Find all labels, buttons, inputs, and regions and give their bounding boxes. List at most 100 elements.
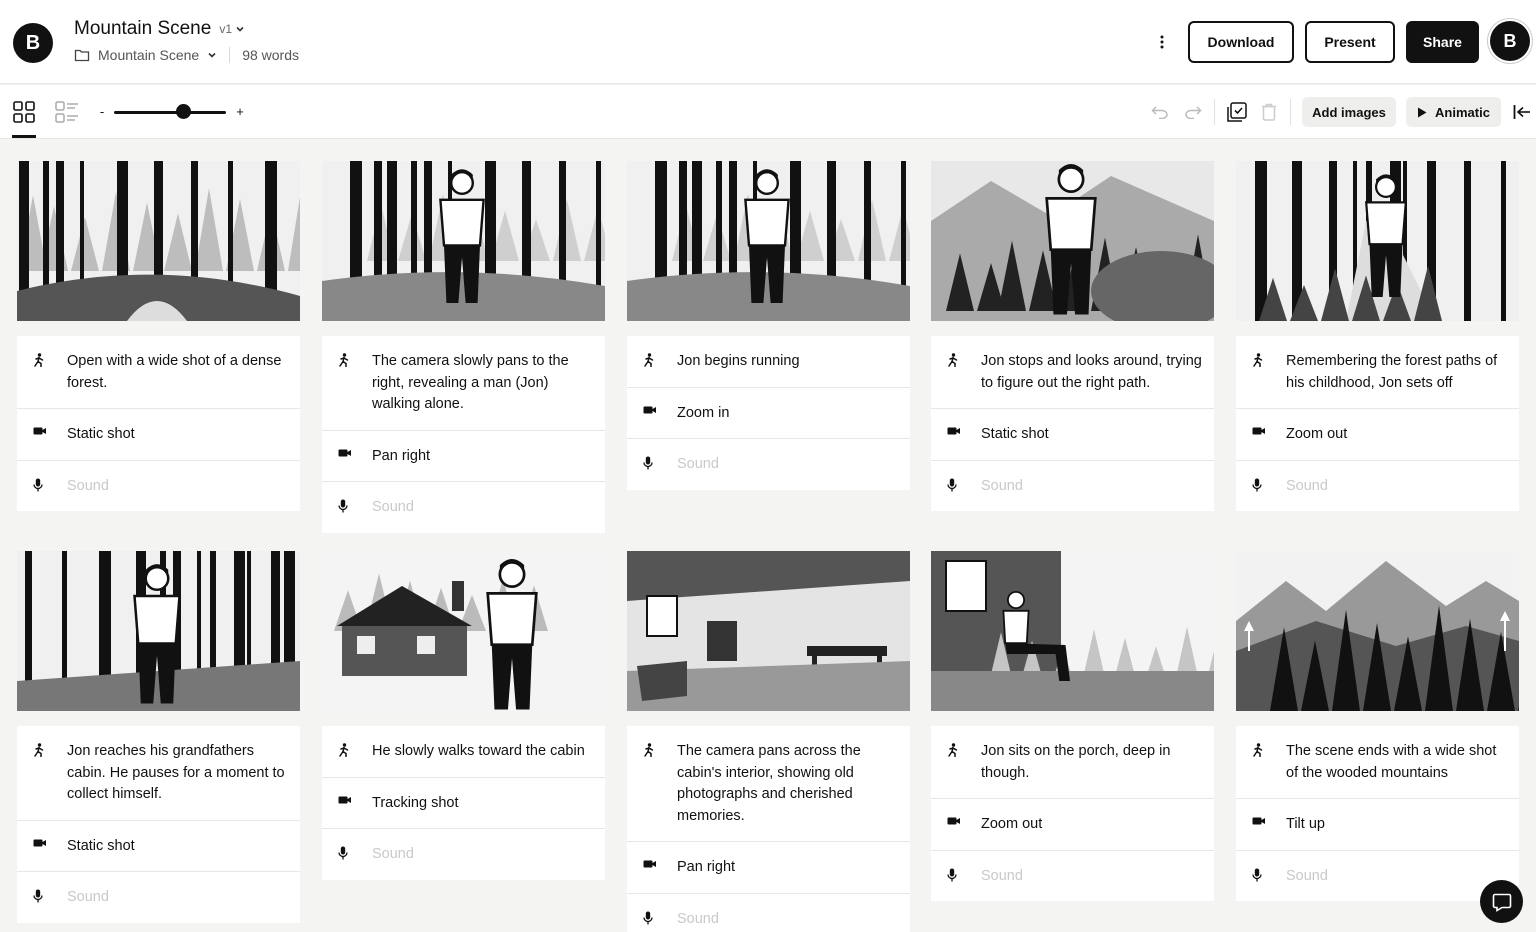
frame-image[interactable]	[1236, 551, 1519, 711]
description-row[interactable]: Open with a wide shot of a dense forest.	[17, 336, 300, 410]
zoom-out-button[interactable]: -	[96, 103, 108, 119]
camera-movement[interactable]: Zoom in	[677, 403, 900, 425]
frame-description[interactable]: He slowly walks toward the cabin	[372, 741, 595, 763]
document-title[interactable]: Mountain Scene	[74, 18, 211, 40]
sound-row[interactable]: Sound	[322, 829, 605, 880]
frame-description[interactable]: Jon stops and looks around, trying to fi…	[981, 351, 1204, 394]
folder-selector[interactable]: Mountain Scene	[74, 47, 217, 63]
present-button[interactable]: Present	[1305, 21, 1395, 63]
trash-icon[interactable]	[1259, 101, 1279, 123]
zoom-slider-track[interactable]	[114, 111, 226, 114]
camera-row[interactable]: Tracking shot	[322, 778, 605, 830]
frame-description[interactable]: Jon begins running	[677, 351, 900, 373]
frame-image[interactable]	[322, 551, 605, 711]
sound-field[interactable]: Sound	[981, 476, 1204, 498]
camera-row[interactable]: Zoom out	[1236, 409, 1519, 461]
description-row[interactable]: The scene ends with a wide shot of the w…	[1236, 726, 1519, 800]
camera-row[interactable]: Static shot	[931, 409, 1214, 461]
sound-field[interactable]: Sound	[372, 844, 595, 866]
frame-details: The camera pans across the cabin's inter…	[627, 726, 910, 932]
sound-field[interactable]: Sound	[67, 476, 290, 498]
sound-row[interactable]: Sound	[931, 461, 1214, 512]
camera-movement[interactable]: Zoom out	[981, 814, 1204, 836]
camera-row[interactable]: Pan right	[627, 842, 910, 894]
share-button[interactable]: Share	[1406, 21, 1479, 63]
user-avatar[interactable]: B	[1490, 21, 1530, 61]
add-images-button[interactable]: Add images	[1302, 97, 1396, 127]
animatic-label: Animatic	[1435, 104, 1490, 120]
frame-image[interactable]	[627, 161, 910, 321]
camera-row[interactable]: Zoom in	[627, 388, 910, 440]
description-row[interactable]: Remembering the forest paths of his chil…	[1236, 336, 1519, 410]
sound-row[interactable]: Sound	[627, 894, 910, 932]
frame-description[interactable]: Jon sits on the porch, deep in though.	[981, 741, 1204, 784]
frame-image[interactable]	[17, 161, 300, 321]
redo-icon[interactable]	[1183, 102, 1203, 122]
sound-field[interactable]: Sound	[67, 887, 290, 909]
frame-image[interactable]	[1236, 161, 1519, 321]
sound-row[interactable]: Sound	[1236, 461, 1519, 512]
description-row[interactable]: The camera slowly pans to the right, rev…	[322, 336, 605, 431]
list-view-icon[interactable]	[55, 100, 79, 124]
animatic-button[interactable]: Animatic	[1406, 97, 1501, 127]
sound-row[interactable]: Sound	[17, 872, 300, 923]
more-options-icon[interactable]	[1152, 30, 1172, 54]
camera-row[interactable]: Tilt up	[1236, 799, 1519, 851]
version-selector[interactable]: v1	[219, 22, 245, 36]
sound-row[interactable]: Sound	[1236, 851, 1519, 902]
frame-description[interactable]: Remembering the forest paths of his chil…	[1286, 351, 1509, 394]
frame-image[interactable]	[931, 161, 1214, 321]
camera-movement[interactable]: Static shot	[67, 836, 290, 858]
chat-button[interactable]	[1480, 880, 1523, 923]
sound-row[interactable]: Sound	[17, 461, 300, 512]
description-row[interactable]: Jon begins running	[627, 336, 910, 388]
download-button[interactable]: Download	[1188, 21, 1294, 63]
frame-description[interactable]: The camera slowly pans to the right, rev…	[372, 351, 595, 416]
frame-description[interactable]: Open with a wide shot of a dense forest.	[67, 351, 290, 394]
description-row[interactable]: Jon stops and looks around, trying to fi…	[931, 336, 1214, 410]
frame-image[interactable]	[17, 551, 300, 711]
frame-description[interactable]: Jon reaches his grandfathers cabin. He p…	[67, 741, 290, 806]
action-figure-icon	[33, 351, 67, 367]
app-logo[interactable]: B	[13, 23, 53, 63]
camera-row[interactable]: Static shot	[17, 409, 300, 461]
frame-image[interactable]	[931, 551, 1214, 711]
grid-view-icon[interactable]	[12, 100, 36, 124]
chat-icon	[1492, 893, 1511, 912]
description-row[interactable]: The camera pans across the cabin's inter…	[627, 726, 910, 843]
camera-movement[interactable]: Tracking shot	[372, 793, 595, 815]
sound-field[interactable]: Sound	[1286, 866, 1509, 888]
sound-field[interactable]: Sound	[981, 866, 1204, 888]
camera-movement[interactable]: Zoom out	[1286, 424, 1509, 446]
collapse-panel-icon[interactable]	[1512, 102, 1532, 122]
description-row[interactable]: He slowly walks toward the cabin	[322, 726, 605, 778]
undo-icon[interactable]	[1150, 102, 1170, 122]
frame-description[interactable]: The scene ends with a wide shot of the w…	[1286, 741, 1509, 784]
camera-movement[interactable]: Tilt up	[1286, 814, 1509, 836]
camera-movement[interactable]: Pan right	[677, 857, 900, 879]
sound-field[interactable]: Sound	[372, 497, 595, 519]
camera-row[interactable]: Static shot	[17, 821, 300, 873]
description-row[interactable]: Jon sits on the porch, deep in though.	[931, 726, 1214, 800]
camera-movement[interactable]: Pan right	[372, 446, 595, 468]
sound-row[interactable]: Sound	[931, 851, 1214, 902]
sound-field[interactable]: Sound	[1286, 476, 1509, 498]
frame-image[interactable]	[627, 551, 910, 711]
camera-movement[interactable]: Static shot	[981, 424, 1204, 446]
zoom-in-button[interactable]: +	[234, 103, 246, 119]
microphone-icon	[33, 476, 67, 492]
description-row[interactable]: Jon reaches his grandfathers cabin. He p…	[17, 726, 300, 821]
frame-description[interactable]: The camera pans across the cabin's inter…	[677, 741, 900, 827]
frame-image[interactable]	[322, 161, 605, 321]
sound-field[interactable]: Sound	[677, 454, 900, 476]
select-frames-icon[interactable]	[1226, 101, 1248, 123]
zoom-slider-thumb[interactable]	[175, 104, 191, 119]
sound-row[interactable]: Sound	[322, 482, 605, 533]
sound-field[interactable]: Sound	[677, 909, 900, 931]
microphone-icon	[1252, 866, 1286, 882]
camera-movement[interactable]: Static shot	[67, 424, 290, 446]
camera-row[interactable]: Pan right	[322, 431, 605, 483]
toolbar-divider	[1290, 99, 1291, 125]
sound-row[interactable]: Sound	[627, 439, 910, 490]
camera-row[interactable]: Zoom out	[931, 799, 1214, 851]
